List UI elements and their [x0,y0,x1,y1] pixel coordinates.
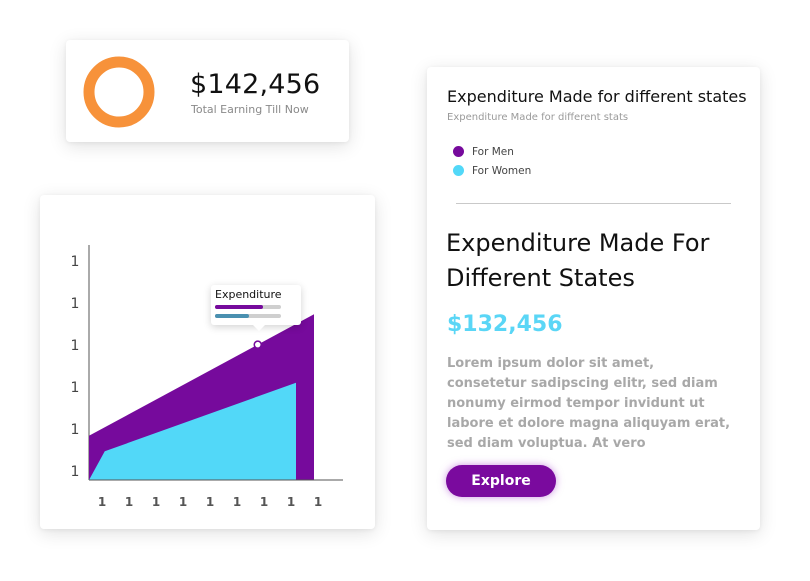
y-tick-label: 1 [71,254,80,270]
state-card-body: Lorem ipsum dolor sit amet, consetetur s… [447,356,731,451]
y-tick-label: 1 [71,422,80,438]
y-tick-label: 1 [71,338,80,354]
legend-item-men: For Men [453,146,514,158]
state-card [427,67,760,530]
x-tick-label: 1 [206,495,214,509]
tooltip-title: Expenditure [215,288,282,301]
state-card-amount: $132,456 [447,312,563,337]
y-tick-label: 1 [71,380,80,396]
x-tick-label: 1 [152,495,160,509]
y-tick-label: 1 [71,464,80,480]
earnings-amount: $142,456 [190,69,321,100]
legend-label-men: For Men [472,146,514,158]
state-card-heading: Expenditure Made For Different States [446,229,710,292]
earnings-label: Total Earning Till Now [191,103,309,116]
x-tick-label: 1 [260,495,268,509]
x-tick-label: 1 [233,495,241,509]
tooltip-bar-women-fill [215,314,250,318]
tooltip-bar-men-fill [215,305,263,309]
x-tick-label: 1 [125,495,133,509]
tooltip-point [253,340,262,349]
earnings-ring-icon [83,56,155,128]
x-tick-label: 1 [179,495,187,509]
chart-card: 1 1 1 1 1 1 1 1 1 1 1 1 1 1 1 [40,195,375,529]
state-card-title: Expenditure Made for different states [447,87,747,106]
tooltip-bar-men [215,305,281,309]
divider [456,203,731,204]
tooltip-bar-women [215,314,281,318]
legend-dot-men-icon [453,146,464,157]
x-tick-label: 1 [314,495,322,509]
legend-dot-women-icon [453,165,464,176]
area-chart: 1 1 1 1 1 1 1 1 1 1 1 1 1 1 1 [71,245,343,509]
state-card-subtitle: Expenditure Made for different stats [447,112,629,123]
legend-label-women: For Women [472,165,532,177]
x-tick-label: 1 [287,495,295,509]
legend-item-women: For Women [453,165,531,177]
x-tick-label: 1 [98,495,106,509]
chart-tooltip: Expenditure [211,285,301,331]
explore-button[interactable]: Explore [446,465,556,497]
y-tick-label: 1 [71,296,80,312]
